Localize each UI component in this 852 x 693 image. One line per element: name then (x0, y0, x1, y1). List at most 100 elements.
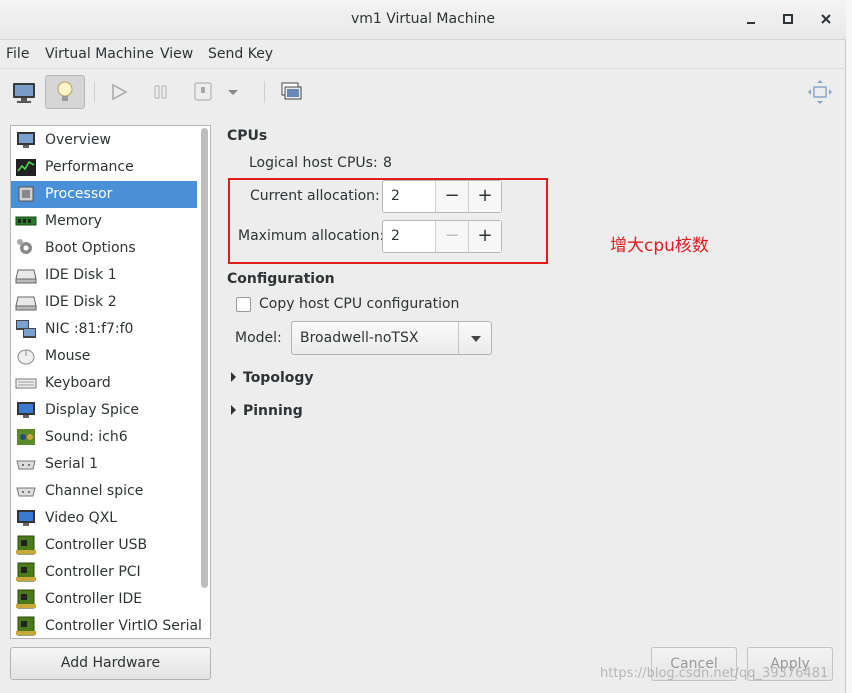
sidebar-item-controller-usb[interactable]: Controller USB (11, 532, 197, 559)
background-window-edge (846, 0, 852, 693)
expander-arrow-icon (231, 372, 236, 382)
add-hardware-button[interactable]: Add Hardware (10, 647, 211, 680)
monitor-icon (15, 129, 37, 151)
sidebar-item-label: Controller USB (45, 537, 148, 553)
show-details-button[interactable] (45, 75, 85, 109)
maximize-icon[interactable] (780, 10, 796, 28)
run-button[interactable] (99, 75, 139, 109)
sidebar-item-label: IDE Disk 1 (45, 267, 117, 283)
sidebar-item-performance[interactable]: Performance (11, 154, 197, 181)
watermark-text: https://blog.csdn.net/qq_39376481 (600, 666, 829, 681)
power-icon (194, 82, 212, 101)
lightbulb-icon (57, 81, 73, 101)
model-value: Broadwell-noTSX (300, 330, 419, 346)
monitor-icon (13, 83, 35, 103)
sidebar-item-label: Keyboard (45, 375, 111, 391)
play-icon (112, 83, 128, 101)
keyboard-icon (15, 372, 37, 394)
disk-drive-icon (15, 264, 37, 286)
pause-button[interactable] (141, 75, 181, 109)
menu-send-key[interactable]: Send Key (208, 46, 273, 62)
sound-card-icon (15, 426, 37, 448)
controller-card-icon (15, 588, 37, 610)
sidebar-item-ide-disk-2[interactable]: IDE Disk 2 (11, 289, 197, 316)
scrollbar[interactable] (201, 128, 208, 588)
topology-label: Topology (243, 370, 314, 386)
sidebar-item-display-spice[interactable]: Display Spice (11, 397, 197, 424)
sidebar-item-boot-options[interactable]: Boot Options (11, 235, 197, 262)
sidebar-item-label: Controller VirtIO Serial (45, 618, 202, 634)
menu-view[interactable]: View (160, 46, 193, 62)
sidebar-item-controller-virtio-serial[interactable]: Controller VirtIO Serial (11, 613, 202, 638)
annotation-note: 增大cpu核数 (610, 236, 709, 256)
fullscreen-button[interactable] (800, 75, 840, 109)
menu-bar: File Virtual Machine View Send Key (0, 41, 846, 67)
logical-host-cpus-label: Logical host CPUs: (249, 155, 378, 171)
sidebar-item-processor[interactable]: Processor (11, 181, 197, 208)
close-icon[interactable] (818, 10, 834, 28)
sidebar-item-keyboard[interactable]: Keyboard (11, 370, 197, 397)
sidebar-item-ide-disk-1[interactable]: IDE Disk 1 (11, 262, 197, 289)
sidebar-item-controller-ide[interactable]: Controller IDE (11, 586, 197, 613)
show-console-button[interactable] (4, 75, 44, 109)
sidebar-item-label: Display Spice (45, 402, 140, 418)
minimize-icon[interactable] (743, 10, 759, 28)
sidebar-item-label: Performance (45, 159, 134, 175)
sidebar-item-label: Controller IDE (45, 591, 143, 607)
display-icon (15, 507, 37, 529)
sidebar-item-label: IDE Disk 2 (45, 294, 117, 310)
network-icon (15, 318, 37, 340)
model-combobox[interactable]: Broadwell-noTSX (291, 321, 492, 355)
cpus-heading: CPUs (227, 128, 268, 144)
shutdown-button[interactable] (183, 75, 223, 109)
expander-arrow-icon (231, 405, 236, 415)
toolbar (0, 68, 846, 114)
sidebar-item-label: Memory (45, 213, 102, 229)
sidebar-item-sound-ich6[interactable]: Sound: ich6 (11, 424, 197, 451)
disk-drive-icon (15, 291, 37, 313)
fullscreen-icon (808, 80, 832, 104)
pinning-expander[interactable]: Pinning (231, 403, 303, 419)
model-label: Model: (235, 330, 282, 346)
memory-module-icon (15, 210, 37, 232)
gear-icon (15, 237, 37, 259)
sidebar-item-mouse[interactable]: Mouse (11, 343, 197, 370)
sidebar-item-label: Processor (45, 186, 113, 202)
chevron-down-icon (228, 90, 238, 95)
hardware-list[interactable]: Overview Performance Processor Memory Boot O… (10, 125, 211, 639)
serial-port-icon (15, 480, 37, 502)
chevron-down-icon[interactable] (458, 322, 491, 354)
copy-host-cpu-checkbox[interactable] (236, 297, 251, 312)
sidebar-item-video-qxl[interactable]: Video QXL (11, 505, 197, 532)
copy-host-cpu-label[interactable]: Copy host CPU configuration (259, 296, 459, 312)
sidebar-item-overview[interactable]: Overview (11, 127, 197, 154)
annotation-highlight-box (228, 178, 548, 264)
sidebar-item-label: Sound: ich6 (45, 429, 128, 445)
pinning-label: Pinning (243, 403, 303, 419)
mouse-icon (15, 345, 37, 367)
serial-port-icon (15, 453, 37, 475)
controller-card-icon (15, 534, 37, 556)
snapshots-button[interactable] (272, 75, 312, 109)
sidebar-item-channel-spice[interactable]: Channel spice (11, 478, 197, 505)
snapshots-icon (281, 82, 302, 100)
topology-expander[interactable]: Topology (231, 370, 314, 386)
sidebar-item-label: Mouse (45, 348, 91, 364)
logical-host-cpus-value: 8 (383, 155, 392, 171)
sidebar-item-label: Channel spice (45, 483, 144, 499)
controller-card-icon (15, 615, 37, 637)
toolbar-separator (94, 81, 95, 103)
sidebar-item-label: Overview (45, 132, 111, 148)
controller-card-icon (15, 561, 37, 583)
sidebar-item-serial-1[interactable]: Serial 1 (11, 451, 197, 478)
sidebar-item-label: NIC :81:f7:f0 (45, 321, 134, 337)
sidebar-item-memory[interactable]: Memory (11, 208, 197, 235)
menu-file[interactable]: File (6, 46, 29, 62)
sidebar-item-nic-81-f7-f0[interactable]: NIC :81:f7:f0 (11, 316, 197, 343)
shutdown-menu-button[interactable] (221, 75, 245, 109)
sidebar-item-controller-pci[interactable]: Controller PCI (11, 559, 197, 586)
processor-chip-icon (15, 183, 37, 205)
title-bar: vm1 Virtual Machine (0, 0, 846, 40)
window-title: vm1 Virtual Machine (350, 11, 496, 27)
menu-virtual-machine[interactable]: Virtual Machine (45, 46, 154, 62)
